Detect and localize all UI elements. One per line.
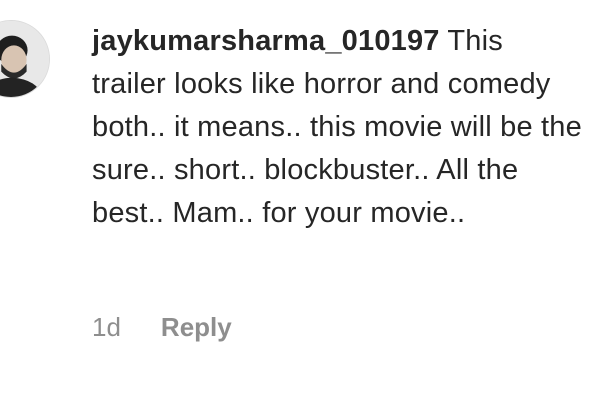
comment-timestamp[interactable]: 1d [92, 312, 121, 343]
comment-item: jaykumarsharma_010197 This trailer looks… [0, 0, 600, 396]
user-avatar[interactable] [0, 20, 50, 98]
comment-body: jaykumarsharma_010197 This trailer looks… [92, 20, 582, 235]
comment-username[interactable]: jaykumarsharma_010197 [92, 25, 440, 57]
comment-meta: 1d Reply [92, 312, 232, 343]
profile-avatar-icon [0, 21, 49, 97]
reply-button[interactable]: Reply [161, 312, 232, 343]
